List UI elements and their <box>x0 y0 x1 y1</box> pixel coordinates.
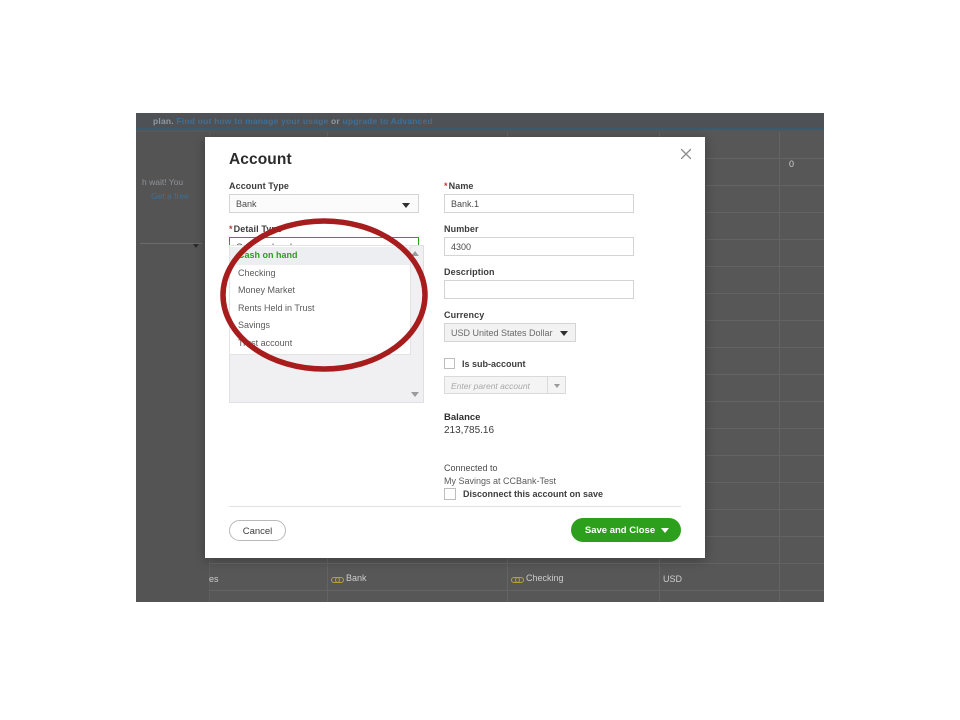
detail-type-option-savings[interactable]: Savings <box>230 317 410 335</box>
close-icon[interactable] <box>676 144 696 164</box>
footer-divider <box>229 506 681 507</box>
scroll-down-arrow-icon[interactable] <box>411 392 419 397</box>
description-input[interactable] <box>444 280 634 299</box>
screenshot-canvas: plan. Find out how to manage your usage … <box>0 0 960 720</box>
detail-type-option-list[interactable]: Cash on hand Checking Money Market Rents… <box>229 245 411 355</box>
is-sub-account-row[interactable]: Is sub-account <box>444 358 634 369</box>
number-input[interactable]: 4300 <box>444 237 634 256</box>
detail-type-option-cash-on-hand[interactable]: Cash on hand <box>230 247 410 265</box>
banner-mid: or <box>328 116 343 126</box>
required-asterisk: * <box>229 224 233 234</box>
connected-account-name: My Savings at CCBank-Test <box>444 476 557 486</box>
balance-value: 213,785.16 <box>444 425 495 436</box>
table-cell-type: Bank <box>331 601 352 602</box>
table-cell-type: Bank <box>331 573 367 583</box>
detail-type-option-rents-held-in-trust[interactable]: Rents Held in Trust <box>230 300 410 318</box>
banner-link-upgrade[interactable]: upgrade to Advanced <box>343 116 433 126</box>
table-cell-detail: Checking <box>511 573 564 583</box>
connected-to-label: Connected to <box>444 463 498 473</box>
table-cell-name-partial: es <box>209 574 219 584</box>
scroll-up-arrow-icon[interactable] <box>411 251 419 256</box>
parent-account-select[interactable]: Enter parent account <box>444 376 566 394</box>
save-and-close-label: Save and Close <box>584 524 656 536</box>
background-promo-text: h wait! You Get a free <box>136 175 216 203</box>
table-cell-currency: USD <box>663 601 682 602</box>
usage-banner: plan. Find out how to manage your usage … <box>136 113 824 130</box>
table-cell-currency: USD <box>663 574 683 584</box>
account-dialog: Account Account Type Bank *Detail Type C… <box>205 137 705 558</box>
required-asterisk: * <box>444 181 448 191</box>
link-icon <box>511 576 524 583</box>
detail-type-label: *Detail Type <box>229 224 283 234</box>
disconnect-label: Disconnect this account on save <box>463 489 604 499</box>
name-value: Bank.1 <box>451 199 480 209</box>
cancel-button[interactable]: Cancel <box>229 520 286 541</box>
page-title: Account <box>229 151 292 168</box>
name-input[interactable]: Bank.1 <box>444 194 634 213</box>
table-cell-detail: Checking <box>511 601 549 602</box>
chevron-down-icon[interactable] <box>193 244 199 248</box>
account-type-label: Account Type <box>229 181 290 191</box>
is-sub-account-label: Is sub-account <box>462 358 526 369</box>
link-icon <box>331 576 344 583</box>
banner-prefix: plan. <box>153 116 177 126</box>
chevron-down-icon[interactable] <box>554 384 560 388</box>
number-label: Number <box>444 224 479 234</box>
detail-type-option-trust-account[interactable]: Trust account <box>230 335 410 353</box>
detail-type-option-money-market[interactable]: Money Market <box>230 282 410 300</box>
is-sub-account-checkbox[interactable] <box>444 358 455 369</box>
banner-link-manage-usage[interactable]: Find out how to manage your usage <box>176 116 328 126</box>
account-type-value: Bank <box>236 199 257 209</box>
table-cell-amount: 0 <box>789 159 795 169</box>
currency-select[interactable]: USD United States Dollar <box>444 323 576 342</box>
select-divider <box>547 377 548 393</box>
save-and-close-button[interactable]: Save and Close <box>571 518 681 542</box>
name-label: *Name <box>444 181 474 191</box>
balance-label: Balance <box>444 412 481 423</box>
detail-type-option-checking[interactable]: Checking <box>230 265 410 283</box>
chevron-down-icon[interactable] <box>661 527 669 533</box>
number-value: 4300 <box>451 242 472 252</box>
description-label: Description <box>444 267 495 277</box>
chevron-down-icon[interactable] <box>402 203 410 208</box>
balance-section: Balance 213,785.16 <box>444 412 634 436</box>
chevron-down-icon[interactable] <box>559 331 568 336</box>
currency-value: USD United States Dollar <box>451 328 553 338</box>
currency-label: Currency <box>444 310 485 320</box>
table-cell-name-partial: nt account <box>209 601 251 602</box>
right-column: *Name Bank.1 Number 4300 Description Cur… <box>444 181 634 500</box>
disconnect-row[interactable]: Disconnect this account on save <box>444 488 634 500</box>
connected-section: Connected to My Savings at CCBank-Test D… <box>444 463 634 500</box>
disconnect-checkbox[interactable] <box>444 488 456 500</box>
account-type-select[interactable]: Bank <box>229 194 419 213</box>
promo-line-1: h wait! You <box>142 177 184 187</box>
